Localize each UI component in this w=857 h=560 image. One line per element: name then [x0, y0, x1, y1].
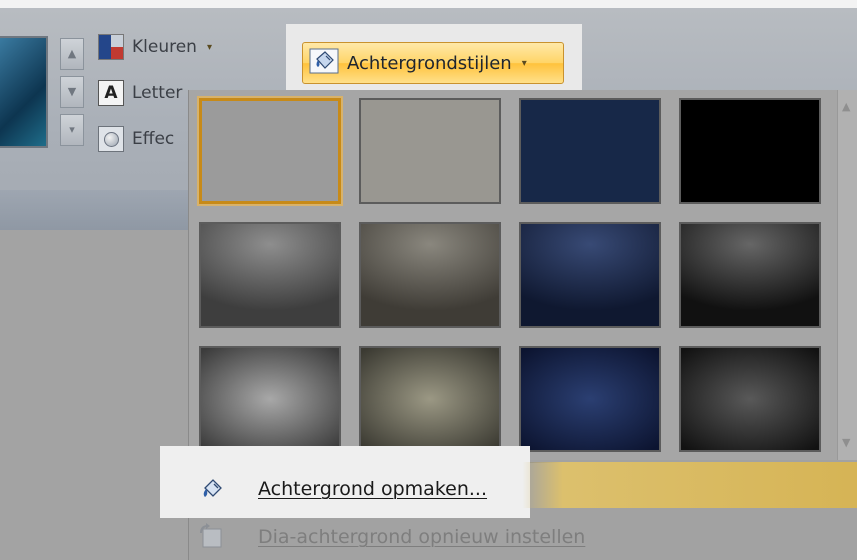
background-style-tile[interactable]	[519, 346, 661, 452]
chevron-down-icon: ▾	[206, 41, 212, 53]
colors-button[interactable]: Kleuren ▾	[98, 32, 212, 62]
format-background-icon	[196, 474, 226, 504]
background-style-tile[interactable]	[519, 98, 661, 204]
effects-button[interactable]: Effec	[98, 124, 174, 154]
theme-scroll-up-button[interactable]: ▲	[60, 38, 84, 70]
reset-background-icon	[196, 522, 226, 552]
background-style-tile[interactable]	[359, 346, 501, 452]
background-style-tile[interactable]	[679, 346, 821, 452]
paint-bucket-icon	[309, 47, 339, 80]
fonts-button[interactable]: A Letter	[98, 78, 182, 108]
background-style-tile[interactable]	[359, 222, 501, 328]
background-style-tile[interactable]	[199, 222, 341, 328]
theme-thumbnail[interactable]	[0, 36, 48, 148]
colors-label: Kleuren	[132, 37, 197, 57]
gallery-scroll-down-icon[interactable]: ▼	[842, 436, 850, 449]
theme-more-button[interactable]: ▾	[60, 114, 84, 146]
background-style-tile[interactable]	[519, 222, 661, 328]
background-style-tile[interactable]	[359, 98, 501, 204]
gallery-scroll-up-icon[interactable]: ▲	[842, 100, 850, 113]
window-top-strip	[0, 0, 857, 8]
fonts-label: Letter	[132, 83, 183, 103]
reset-background-menu-item: Dia-achtergrond opnieuw instellen	[196, 522, 585, 552]
reset-background-label: Dia-achtergrond opnieuw instellen	[258, 526, 586, 548]
theme-scroll-down-button[interactable]: ▼	[60, 76, 84, 108]
background-style-tile[interactable]	[199, 98, 341, 204]
effects-label: Effec	[132, 129, 175, 149]
background-style-tile[interactable]	[679, 222, 821, 328]
effects-icon	[98, 126, 124, 152]
background-style-tile[interactable]	[679, 98, 821, 204]
background-style-tile[interactable]	[199, 346, 341, 452]
letter-icon: A	[98, 80, 124, 106]
colors-icon	[98, 34, 124, 60]
format-background-label: Achtergrond opmaken...	[258, 478, 488, 500]
background-styles-button[interactable]: Achtergrondstijlen ▾	[302, 42, 564, 84]
background-styles-label: Achtergrondstijlen	[347, 52, 512, 74]
gallery-scrollbar[interactable]: ▲ ▼	[837, 90, 857, 460]
format-background-menu-item[interactable]: Achtergrond opmaken...	[196, 474, 487, 504]
chevron-down-icon: ▾	[521, 57, 527, 69]
